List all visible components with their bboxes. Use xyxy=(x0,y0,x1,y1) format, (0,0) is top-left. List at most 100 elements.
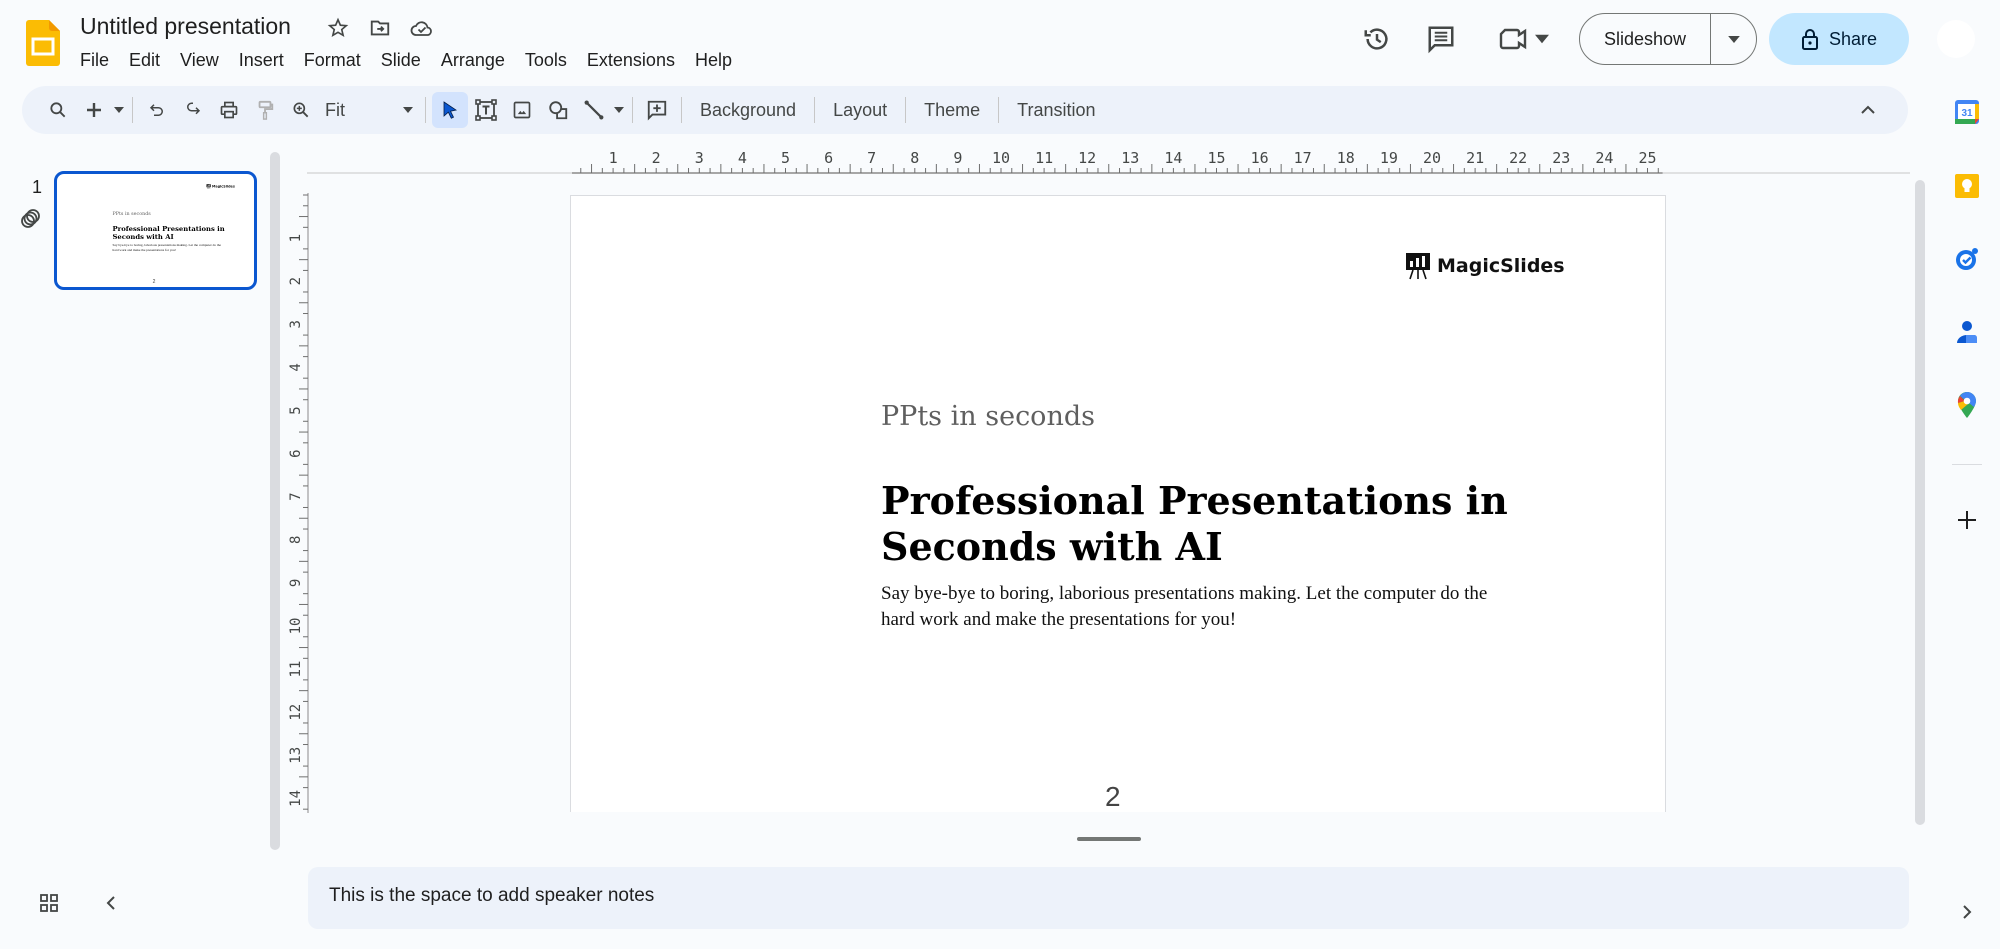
ruler-label: 15 xyxy=(1207,149,1225,167)
chevron-up-icon[interactable] xyxy=(1850,92,1886,128)
version-history-icon[interactable] xyxy=(1357,19,1397,59)
slide-body-text[interactable]: Say bye-bye to boring, laborious present… xyxy=(881,581,1501,633)
search-menus-icon[interactable] xyxy=(40,92,76,128)
menu-file[interactable]: File xyxy=(70,47,119,74)
menu-help[interactable]: Help xyxy=(685,47,742,74)
ruler-label: 10 xyxy=(288,618,304,635)
slide-canvas[interactable]: MagicSlides PPts in seconds Professional… xyxy=(570,195,1666,812)
slideshow-options-dropdown[interactable] xyxy=(1711,14,1756,64)
ruler-label: 7 xyxy=(288,492,304,500)
comments-icon[interactable] xyxy=(1421,19,1461,59)
presentation-board-icon xyxy=(1406,253,1430,280)
account-avatar[interactable] xyxy=(1937,20,1975,58)
slide-title[interactable]: Professional Presentations in Seconds wi… xyxy=(881,478,1521,570)
insert-image-icon[interactable] xyxy=(504,92,540,128)
slide-thumbnail[interactable]: MagicSlides PPts in seconds Professional… xyxy=(54,171,257,290)
move-to-folder-icon[interactable] xyxy=(366,14,394,42)
ruler-label: 13 xyxy=(288,747,304,764)
document-title[interactable]: Untitled presentation xyxy=(80,13,291,40)
add-comment-icon[interactable] xyxy=(639,92,675,128)
ruler-label: 14 xyxy=(288,790,304,807)
toolbar-divider xyxy=(814,97,816,123)
transition-button[interactable]: Transition xyxy=(1005,92,1107,128)
slideshow-button[interactable]: Slideshow xyxy=(1579,13,1757,65)
toolbar-divider xyxy=(632,97,633,123)
ruler-label: 17 xyxy=(1294,149,1312,167)
undo-icon[interactable] xyxy=(139,92,175,128)
horizontal-ruler[interactable]: 1 2 3 4 5 6 7 8 9 10 11 12 13 14 15 16 17 18 19 20 21 22 23 24 2… xyxy=(307,148,1910,174)
toolbar-divider xyxy=(681,97,682,123)
layout-button[interactable]: Layout xyxy=(821,92,899,128)
chevron-right-icon[interactable] xyxy=(1955,900,1979,924)
select-tool-icon[interactable] xyxy=(432,92,468,128)
menu-arrange[interactable]: Arrange xyxy=(431,47,515,74)
menu-insert[interactable]: Insert xyxy=(229,47,294,74)
filmstrip-scrollbar[interactable] xyxy=(270,152,280,850)
thumbnail-page-number: 2 xyxy=(152,278,156,285)
ruler-label: 20 xyxy=(1423,149,1441,167)
ruler-label: 21 xyxy=(1466,149,1484,167)
ruler-label: 2 xyxy=(288,277,304,285)
line-dropdown-icon[interactable] xyxy=(612,92,626,128)
ruler-label: 23 xyxy=(1552,149,1570,167)
redo-icon[interactable] xyxy=(175,92,211,128)
background-button[interactable]: Background xyxy=(688,92,808,128)
chevron-down-icon xyxy=(403,107,413,113)
chevron-down-icon xyxy=(1727,35,1740,43)
ruler-label: 25 xyxy=(1638,149,1656,167)
ruler-label: 6 xyxy=(288,449,304,457)
menu-tools[interactable]: Tools xyxy=(515,47,577,74)
ruler-label: 19 xyxy=(1380,149,1398,167)
grid-view-icon[interactable] xyxy=(36,890,62,916)
chevron-left-icon[interactable] xyxy=(98,890,124,916)
keep-icon[interactable] xyxy=(1952,171,1982,201)
calendar-icon[interactable]: 31 xyxy=(1952,97,1982,127)
canvas-scrollbar[interactable] xyxy=(1915,180,1925,825)
toolbar-divider xyxy=(998,97,1000,123)
google-slides-logo[interactable] xyxy=(26,20,60,66)
ruler-label: 5 xyxy=(288,406,304,414)
share-label: Share xyxy=(1828,28,1878,49)
menu-slide[interactable]: Slide xyxy=(371,47,431,74)
thumbnail-subtitle: PPts in seconds xyxy=(112,210,151,217)
ruler-label: 14 xyxy=(1164,149,1182,167)
ruler-label: 18 xyxy=(1337,149,1355,167)
ruler-label: 8 xyxy=(288,536,304,544)
vertical-ruler[interactable]: 1234567891011121314 xyxy=(287,193,309,813)
magicslides-logo[interactable]: MagicSlides xyxy=(1405,252,1565,280)
linked-object-icon[interactable] xyxy=(18,206,44,232)
star-icon[interactable] xyxy=(324,14,352,42)
slideshow-label[interactable]: Slideshow xyxy=(1580,14,1711,64)
toolbar-divider xyxy=(905,97,907,123)
contacts-icon[interactable] xyxy=(1952,317,1982,347)
maps-icon[interactable] xyxy=(1952,390,1982,420)
menu-format[interactable]: Format xyxy=(294,47,371,74)
share-button[interactable]: Share xyxy=(1769,13,1909,65)
line-icon[interactable] xyxy=(576,92,612,128)
ruler-label: 7 xyxy=(867,149,876,167)
slide-number: 1 xyxy=(32,177,43,197)
meet-dropdown-icon xyxy=(1535,34,1549,44)
print-icon[interactable] xyxy=(211,92,247,128)
paint-format-icon xyxy=(247,92,283,128)
menu-view[interactable]: View xyxy=(170,47,229,74)
tasks-icon[interactable] xyxy=(1952,244,1982,274)
new-slide-icon[interactable] xyxy=(76,92,112,128)
thumbnail-title: Professional Presentations in Seconds wi… xyxy=(112,224,225,241)
theme-button[interactable]: Theme xyxy=(912,92,992,128)
zoom-icon[interactable] xyxy=(283,92,319,128)
slide-subtitle[interactable]: PPts in seconds xyxy=(881,401,1095,432)
slide-page-number[interactable]: 2 xyxy=(1105,781,1121,812)
new-slide-dropdown-icon[interactable] xyxy=(112,92,126,128)
menu-edit[interactable]: Edit xyxy=(119,47,170,74)
shape-icon[interactable] xyxy=(540,92,576,128)
zoom-select[interactable]: Fit xyxy=(319,92,419,128)
menu-extensions[interactable]: Extensions xyxy=(577,47,685,74)
speaker-notes-field[interactable]: This is the space to add speaker notes xyxy=(308,867,1909,929)
notes-resize-handle[interactable] xyxy=(1077,837,1141,841)
thumbnail-body: Say bye-bye to boring, laborious present… xyxy=(112,243,222,252)
meet-icon[interactable] xyxy=(1496,24,1552,54)
cloud-saved-icon[interactable] xyxy=(408,14,436,42)
text-box-icon[interactable] xyxy=(468,92,504,128)
get-addons-plus-icon[interactable] xyxy=(1952,505,1982,535)
